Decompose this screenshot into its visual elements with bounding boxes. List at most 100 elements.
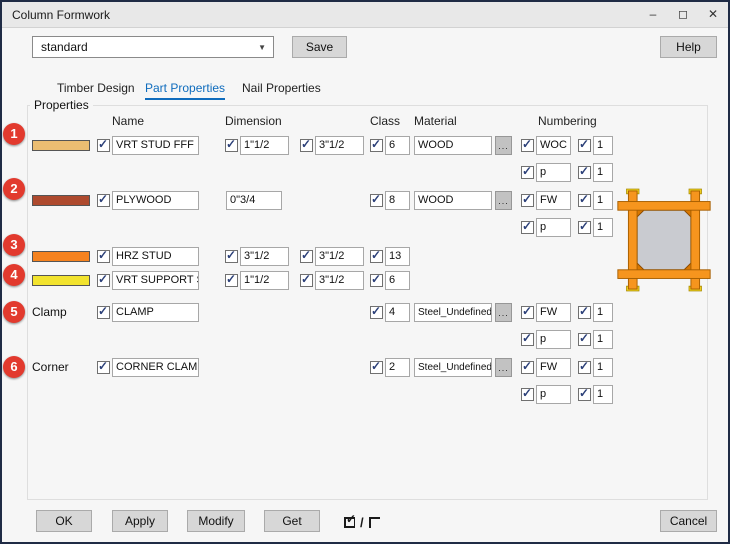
numbering-start-checkbox[interactable] (578, 331, 591, 346)
class-field[interactable]: 2 (385, 358, 410, 377)
name-field[interactable]: VRT STUD FFF (112, 136, 199, 155)
dimension2-checkbox[interactable] (300, 137, 313, 152)
maximize-button[interactable]: ◻ (668, 2, 698, 28)
class-field[interactable]: 8 (385, 191, 410, 210)
name-checkbox[interactable] (97, 272, 110, 287)
class-checkbox[interactable] (370, 248, 383, 263)
numbering-prefix-checkbox[interactable] (521, 304, 534, 319)
numbering-prefix-checkbox[interactable] (521, 192, 534, 207)
class-checkbox[interactable] (370, 137, 383, 152)
numbering-start-field[interactable]: 1 (593, 191, 613, 210)
numbering-start-checkbox[interactable] (578, 219, 591, 234)
numbering-prefix-checkbox[interactable] (521, 359, 534, 374)
numbering-prefix-field[interactable]: FW (536, 303, 571, 322)
name-checkbox[interactable] (97, 137, 110, 152)
numbering-start-checkbox[interactable] (578, 386, 591, 401)
material-browse-button[interactable]: ... (495, 191, 512, 210)
ok-button[interactable]: OK (36, 510, 92, 532)
tab-part-properties[interactable]: Part Properties (145, 81, 226, 100)
dimension2-checkbox[interactable] (300, 272, 313, 287)
numbering-start-checkbox[interactable] (578, 192, 591, 207)
numbering-prefix-checkbox[interactable] (521, 219, 534, 234)
dimension2-checkbox[interactable] (300, 248, 313, 263)
dimension1-checkbox[interactable] (225, 137, 238, 152)
numbering-start-field[interactable]: 1 (593, 385, 613, 404)
dimension2-field[interactable]: 3"1/2 (315, 271, 364, 290)
dimension2-field[interactable]: 3"1/2 (315, 247, 364, 266)
name-checkbox[interactable] (97, 359, 110, 374)
numbering-prefix-checkbox[interactable] (521, 164, 534, 179)
help-button[interactable]: Help (660, 36, 717, 58)
numbering-start-field[interactable]: 1 (593, 136, 613, 155)
class-checkbox[interactable] (370, 359, 383, 374)
numbering-prefix-field[interactable]: p (536, 385, 571, 404)
numbering-prefix-field[interactable]: WOC (536, 136, 571, 155)
numbering-start-field[interactable]: 1 (593, 163, 613, 182)
numbering-start-field[interactable]: 1 (593, 358, 613, 377)
numbering-start-field[interactable]: 1 (593, 303, 613, 322)
annotation-marker-2: 2 (3, 178, 25, 200)
minimize-button[interactable]: – (638, 2, 668, 28)
name-field[interactable]: VRT SUPPORT STUD (112, 271, 199, 290)
numbering-prefix-checkbox[interactable] (521, 386, 534, 401)
dimension1-checkbox[interactable] (225, 248, 238, 263)
annotation-marker-4: 4 (3, 264, 25, 286)
dimension1-field[interactable]: 1"1/2 (240, 271, 289, 290)
material-browse-button[interactable]: ... (495, 303, 512, 322)
numbering-prefix-field[interactable]: p (536, 330, 571, 349)
numbering-start-field[interactable]: 1 (593, 330, 613, 349)
numbering-start-checkbox[interactable] (578, 164, 591, 179)
class-field[interactable]: 6 (385, 136, 410, 155)
preset-value: standard (41, 40, 88, 54)
uncheck-all-icon[interactable] (368, 516, 380, 528)
preset-select[interactable]: standard ▼ (32, 36, 274, 58)
numbering-prefix-checkbox[interactable] (521, 331, 534, 346)
numbering-prefix-field[interactable]: FW (536, 191, 571, 210)
dimension1-field[interactable]: 1"1/2 (240, 136, 289, 155)
class-checkbox[interactable] (370, 272, 383, 287)
dimension1-field[interactable]: 0"3/4 (226, 191, 282, 210)
get-button[interactable]: Get (264, 510, 320, 532)
numbering-prefix-field[interactable]: p (536, 218, 571, 237)
row-label-corner: Corner (32, 360, 69, 374)
name-checkbox[interactable] (97, 248, 110, 263)
class-checkbox[interactable] (370, 304, 383, 319)
class-checkbox[interactable] (370, 192, 383, 207)
material-field[interactable]: WOOD (414, 191, 492, 210)
material-browse-button[interactable]: ... (495, 358, 512, 377)
name-field[interactable]: CORNER CLAMP (112, 358, 199, 377)
dimension2-field[interactable]: 3"1/2 (315, 136, 364, 155)
numbering-start-checkbox[interactable] (578, 304, 591, 319)
part-color-swatch (32, 275, 90, 286)
part-row-5: Clamp CLAMP 4 Steel_Undefined ... FW 1 (2, 303, 728, 323)
check-all-icon[interactable] (344, 512, 356, 528)
part-row-5-line2: p 1 (2, 330, 728, 350)
material-field[interactable]: Steel_Undefined (414, 358, 492, 377)
apply-button[interactable]: Apply (112, 510, 168, 532)
numbering-start-checkbox[interactable] (578, 137, 591, 152)
material-field[interactable]: Steel_Undefined (414, 303, 492, 322)
numbering-start-checkbox[interactable] (578, 359, 591, 374)
dimension1-field[interactable]: 3"1/2 (240, 247, 289, 266)
dimension1-checkbox[interactable] (225, 272, 238, 287)
numbering-start-field[interactable]: 1 (593, 218, 613, 237)
close-button[interactable]: ✕ (698, 2, 728, 28)
material-field[interactable]: WOOD (414, 136, 492, 155)
class-field[interactable]: 6 (385, 271, 410, 290)
save-button[interactable]: Save (292, 36, 347, 58)
numbering-prefix-field[interactable]: FW (536, 358, 571, 377)
name-checkbox[interactable] (97, 192, 110, 207)
tab-timber-design[interactable]: Timber Design (57, 81, 135, 98)
numbering-prefix-field[interactable]: p (536, 163, 571, 182)
material-browse-button[interactable]: ... (495, 136, 512, 155)
tab-nail-properties[interactable]: Nail Properties (242, 81, 321, 98)
numbering-prefix-checkbox[interactable] (521, 137, 534, 152)
name-checkbox[interactable] (97, 304, 110, 319)
name-field[interactable]: CLAMP (112, 303, 199, 322)
name-field[interactable]: HRZ STUD (112, 247, 199, 266)
name-field[interactable]: PLYWOOD (112, 191, 199, 210)
cancel-button[interactable]: Cancel (660, 510, 717, 532)
class-field[interactable]: 13 (385, 247, 410, 266)
modify-button[interactable]: Modify (187, 510, 245, 532)
class-field[interactable]: 4 (385, 303, 410, 322)
